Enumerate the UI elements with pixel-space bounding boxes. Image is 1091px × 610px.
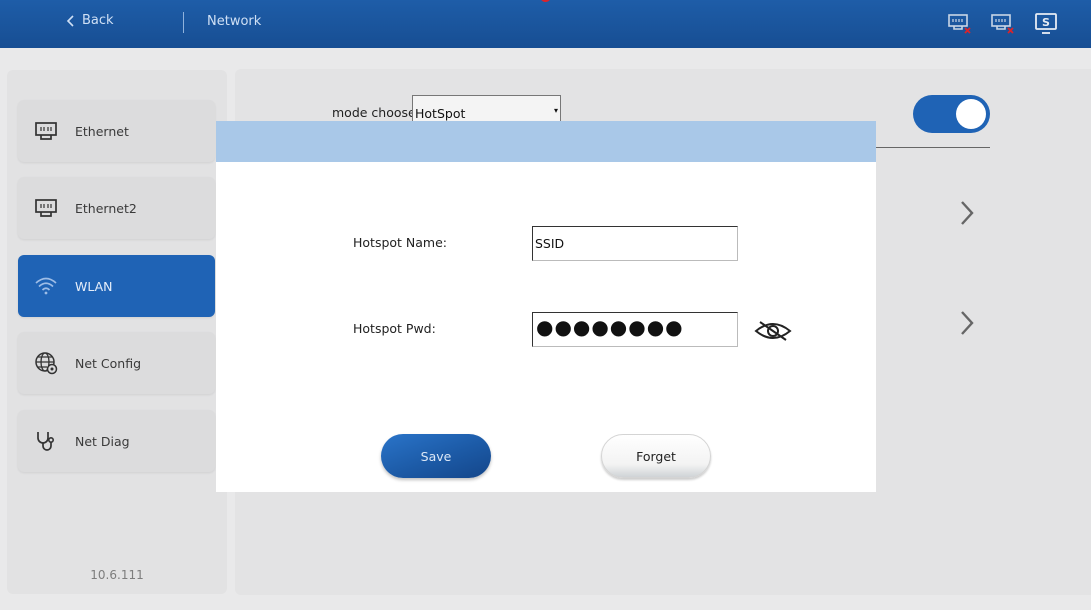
status-dot [540, 0, 551, 2]
mode-label: mode choose: [332, 105, 420, 120]
sidebar-item-label: WLAN [75, 278, 113, 294]
chevron-right-icon[interactable] [959, 199, 975, 227]
back-label: Back [82, 13, 114, 28]
version-label: 10.6.111 [90, 568, 144, 582]
page-title: Network [207, 14, 262, 29]
chevron-right-icon[interactable] [959, 309, 975, 337]
sidebar-item-label: Net Diag [75, 433, 130, 449]
mode-select[interactable]: HotSpot ▾ [412, 95, 561, 123]
wlan-toggle[interactable] [913, 95, 990, 133]
eye-slash-icon[interactable] [754, 318, 792, 344]
chevron-left-icon [66, 14, 74, 27]
ethernet-port-icon [35, 122, 57, 140]
mode-select-value: HotSpot [415, 106, 466, 121]
sidebar-item-net-config[interactable]: Net Config [18, 332, 215, 394]
sidebar-item-ethernet2[interactable]: Ethernet2 [18, 177, 215, 239]
forget-button[interactable]: Forget [601, 434, 711, 478]
ethernet-disconnected-icon[interactable] [947, 12, 973, 36]
divider-line [865, 147, 990, 148]
sidebar-item-label: Ethernet [75, 123, 129, 139]
screen-s-icon[interactable]: S [1033, 12, 1059, 36]
sidebar: Ethernet Ethernet2 WLAN Net Config Net D… [7, 70, 227, 594]
sidebar-item-label: Net Config [75, 355, 142, 371]
save-button[interactable]: Save [381, 434, 491, 478]
dropdown-caret-icon: ▾ [553, 106, 558, 115]
sidebar-item-ethernet[interactable]: Ethernet [18, 100, 215, 162]
globe-gear-icon [35, 352, 58, 375]
svg-text:S: S [1042, 16, 1050, 29]
ethernet-port-icon [35, 199, 57, 217]
ethernet2-disconnected-icon[interactable] [990, 12, 1016, 36]
hotspot-pwd-label: Hotspot Pwd: [353, 321, 436, 336]
wifi-icon [35, 277, 57, 295]
dialog-header [216, 121, 876, 162]
sidebar-item-net-diag[interactable]: Net Diag [18, 410, 215, 472]
sidebar-item-wlan[interactable]: WLAN [18, 255, 215, 317]
top-bar: Back Network S [0, 0, 1091, 48]
hotspot-pwd-input[interactable]: ●●●●●●●● [532, 312, 738, 347]
stethoscope-icon [37, 432, 55, 451]
toggle-knob [956, 99, 986, 129]
hotspot-dialog: Hotspot Name: SSID Hotspot Pwd: ●●●●●●●●… [216, 121, 876, 492]
hotspot-name-label: Hotspot Name: [353, 235, 448, 250]
header-divider [183, 12, 184, 33]
back-button[interactable]: Back [66, 13, 114, 28]
sidebar-item-label: Ethernet2 [75, 200, 137, 216]
hotspot-name-input[interactable]: SSID [532, 226, 738, 261]
